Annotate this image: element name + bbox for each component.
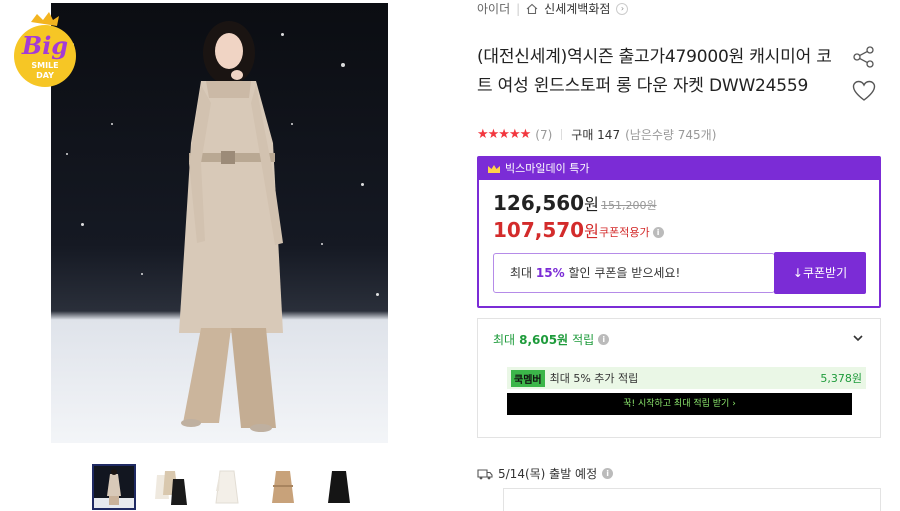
review-count[interactable]: (7) xyxy=(535,128,552,142)
coupon-price-unit: 원 xyxy=(584,222,599,241)
member-points-amount: 5,378원 xyxy=(820,372,862,385)
thumbnail-2[interactable] xyxy=(150,464,192,510)
svg-text:SMILE: SMILE xyxy=(31,61,58,70)
coupon-applied-text: 쿠폰적용가 xyxy=(599,226,650,239)
rating-stars: ★★★★★ xyxy=(477,127,531,142)
svg-text:DAY: DAY xyxy=(36,71,54,80)
price-box: 빅스마일데이 특가 126,560원 151,200원 107,570원 쿠폰적… xyxy=(477,156,881,308)
divider xyxy=(561,129,563,140)
breadcrumb-brand[interactable]: 아이더 xyxy=(477,0,510,17)
price-box-header: 빅스마일데이 특가 xyxy=(479,158,879,180)
points-amount: 8,605원 xyxy=(519,333,569,347)
product-page: Big SMILE DAY 아이더 | 신세계백화점 › (대전신세계)역시즌 … xyxy=(0,0,900,511)
coupon-offer-percent: 15% xyxy=(535,266,565,280)
rating-row: ★★★★★ (7) 구매 147 (남은수량 745개) xyxy=(477,126,716,143)
chevron-right-icon[interactable]: › xyxy=(616,2,629,15)
big-smile-day-badge: Big SMILE DAY xyxy=(9,10,81,90)
heart-icon[interactable] xyxy=(852,80,876,102)
share-icon[interactable] xyxy=(852,46,876,68)
coupon-price-value: 107,570 xyxy=(493,218,585,242)
crown-icon xyxy=(488,165,500,173)
breadcrumb-divider: | xyxy=(516,1,521,16)
sale-price-value: 126,560 xyxy=(493,191,585,215)
thumbnail-4[interactable] xyxy=(262,464,304,510)
sale-price: 126,560원 xyxy=(493,191,599,215)
member-points-text: 최대 5% 추가 적립 xyxy=(549,372,639,385)
purchase-count: 구매 147 xyxy=(571,128,621,142)
get-coupon-button[interactable]: ↓쿠폰받기 xyxy=(774,252,866,294)
home-icon xyxy=(526,3,538,14)
main-product-image[interactable] xyxy=(51,3,388,443)
thumbnail-3[interactable] xyxy=(206,464,248,510)
thumbnail-5[interactable] xyxy=(318,464,360,510)
member-tag: 쿡멤버 xyxy=(511,369,545,387)
info-icon[interactable]: i xyxy=(602,468,614,479)
shipping-detail-box xyxy=(503,488,881,511)
coupon-offer-pre: 최대 xyxy=(510,266,536,280)
breadcrumb: 아이더 | 신세계백화점 › xyxy=(477,0,629,17)
coupon-offer: 최대 15% 할인 쿠폰을 받으세요! xyxy=(493,253,775,293)
points-header-post: 적립 xyxy=(572,333,595,347)
member-points-row: 쿡멤버 최대 5% 추가 적립 5,378원 xyxy=(507,367,866,389)
coupon-applied-label: 쿠폰적용가 i xyxy=(599,224,664,240)
original-price: 151,200원 xyxy=(601,199,657,212)
product-title: (대전신세계)역시즌 출고가479000원 캐시미어 코트 여성 윈드스토퍼 롱… xyxy=(477,47,832,96)
coupon-offer-post: 할인 쿠폰을 받으세요! xyxy=(564,266,681,280)
svg-text:Big: Big xyxy=(21,31,68,60)
chevron-down-icon[interactable] xyxy=(851,331,865,345)
shipping-row: 5/14(목) 출발 예정 i xyxy=(477,465,614,482)
sale-price-unit: 원 xyxy=(584,195,599,214)
thumbnail-1[interactable] xyxy=(92,464,136,510)
coupon-price: 107,570원 xyxy=(493,218,599,242)
remaining-stock: (남은수량 745개) xyxy=(625,128,717,142)
shipping-text: 5/14(목) 출발 예정 xyxy=(498,467,598,481)
points-header-pre: 최대 xyxy=(493,333,516,347)
thumbnail-strip xyxy=(92,464,360,510)
points-header[interactable]: 최대 8,605원 적립 i xyxy=(493,331,610,348)
info-icon[interactable]: i xyxy=(598,334,610,345)
price-box-title: 빅스마일데이 특가 xyxy=(505,162,590,175)
model-figure xyxy=(179,21,283,432)
member-signup-button[interactable]: 꾹! 시작하고 최대 적립 받기 › xyxy=(507,393,852,415)
breadcrumb-store[interactable]: 신세계백화점 xyxy=(544,0,610,17)
points-box: 최대 8,605원 적립 i 쿡멤버 최대 5% 추가 적립 5,378원 꾹!… xyxy=(477,318,881,438)
info-icon[interactable]: i xyxy=(652,226,664,238)
truck-icon xyxy=(477,468,493,479)
